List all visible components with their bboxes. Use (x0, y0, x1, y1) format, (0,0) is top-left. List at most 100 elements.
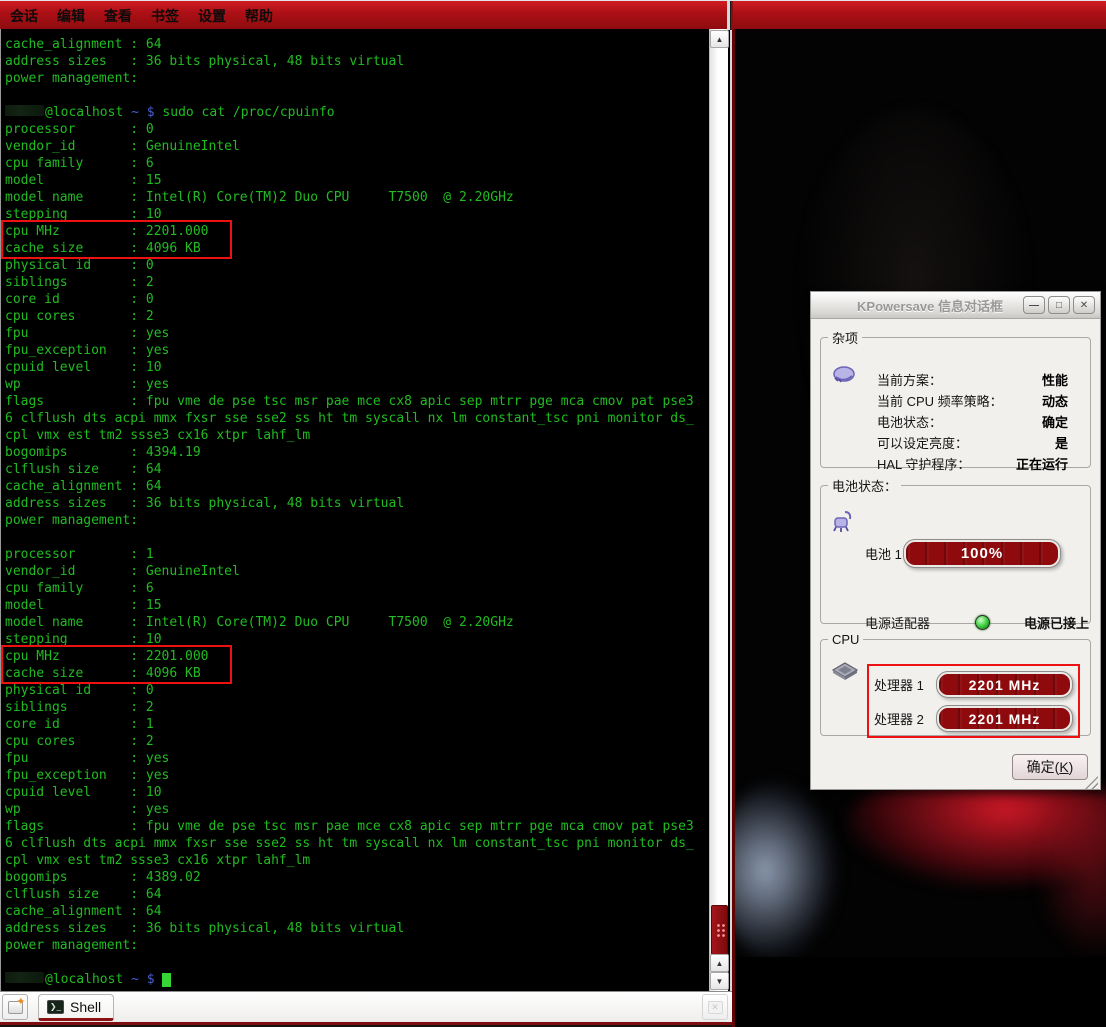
terminal-line: @localhost ~ $ sudo cat /proc/cpuinfo (5, 104, 694, 121)
battery-legend: 电池状态： (828, 476, 901, 495)
terminal-line: siblings : 2 (5, 274, 694, 291)
terminal-line: processor : 1 (5, 546, 694, 563)
info-row: 当前方案： 性能 (877, 369, 1068, 390)
row-label: 电池状态： (877, 412, 942, 431)
adapter-label: 电源适配器 (865, 613, 975, 632)
redacted-username (5, 105, 44, 116)
redacted-username (5, 972, 44, 983)
close-button[interactable]: ✕ (1073, 296, 1095, 314)
row-value: 动态 (1042, 391, 1068, 410)
dialog-titlebar[interactable]: KPowersave 信息对话框 — □ ✕ (811, 292, 1100, 319)
tab-bar: ❯_ Shell ✕ (0, 991, 732, 1021)
terminal-scrollbar[interactable]: ▲ ▲ ▼ (709, 29, 728, 991)
dialog-title: KPowersave 信息对话框 (811, 296, 1023, 315)
terminal-line: cpu MHz : 2201.000 (5, 648, 694, 665)
menu-help[interactable]: 帮助 (245, 6, 273, 26)
terminal-line: flags : fpu vme de pse tsc msr pae mce c… (5, 393, 694, 410)
terminal-line: cache_alignment : 64 (5, 36, 694, 53)
terminal-line: cache size : 4096 KB (5, 665, 694, 682)
row-label: 当前方案： (877, 370, 942, 389)
menu-items: 会话 编辑 查看 书签 设置 帮助 (10, 1, 273, 30)
cpu-row: 处理器 1 2201 MHz (874, 671, 1073, 698)
terminal-line: power management: (5, 70, 694, 87)
menu-settings[interactable]: 设置 (198, 6, 226, 26)
terminal-line: cache_alignment : 64 (5, 903, 694, 920)
new-tab-button[interactable] (2, 994, 28, 1020)
terminal-line: cpl vmx est tm2 ssse3 cx16 xtpr lahf_lm (5, 852, 694, 869)
close-tab-icon: ✕ (708, 1001, 723, 1014)
terminal-line: wp : yes (5, 801, 694, 818)
close-tab-button[interactable]: ✕ (702, 994, 728, 1020)
row-label: 处理器 2 (874, 709, 936, 728)
cpu-legend: CPU (828, 632, 863, 647)
dialog-body: 杂项 当前方案： 性能 当前 CPU 频率策略： 动态 (811, 319, 1100, 791)
terminal-line: core id : 0 (5, 291, 694, 308)
menu-edit[interactable]: 编辑 (57, 6, 85, 26)
background-photo (732, 781, 837, 961)
desktop: 会话 编辑 查看 书签 设置 帮助 cache_alignment : 64ad… (0, 0, 1106, 1027)
terminal-line: fpu : yes (5, 750, 694, 767)
ok-button[interactable]: 确定(K) (1012, 754, 1088, 780)
window-separator (727, 1, 733, 30)
terminal-line: cpu cores : 2 (5, 733, 694, 750)
terminal-line: address sizes : 36 bits physical, 48 bit… (5, 53, 694, 70)
terminal-line (5, 529, 694, 546)
terminal-line: address sizes : 36 bits physical, 48 bit… (5, 495, 694, 512)
terminal-line: vendor_id : GenuineIntel (5, 138, 694, 155)
menu-bookmarks[interactable]: 书签 (151, 6, 179, 26)
info-row: 当前 CPU 频率策略： 动态 (877, 390, 1068, 411)
terminal-line: power management: (5, 512, 694, 529)
tab-shell[interactable]: ❯_ Shell (38, 994, 114, 1021)
cpu-chip-icon (831, 661, 857, 685)
menu-view[interactable]: 查看 (104, 6, 132, 26)
new-tab-icon (8, 1001, 23, 1014)
row-label: 处理器 1 (874, 675, 936, 694)
power-plug-icon (831, 509, 857, 533)
terminal-line: flags : fpu vme de pse tsc msr pae mce c… (5, 818, 694, 835)
scroll-down-icon[interactable]: ▼ (710, 972, 729, 990)
row-label: HAL 守护程序： (877, 454, 970, 473)
terminal-line: @localhost ~ $ (5, 971, 694, 988)
terminal-line: cpuid level : 10 (5, 359, 694, 376)
misc-groupbox: 杂项 当前方案： 性能 当前 CPU 频率策略： 动态 (820, 328, 1091, 468)
terminal-menubar: 会话 编辑 查看 书签 设置 帮助 (0, 0, 1106, 29)
cpu-row: 处理器 2 2201 MHz (874, 705, 1073, 732)
row-label: 可以设定亮度： (877, 433, 968, 452)
window-bottom-border (0, 1021, 732, 1027)
maximize-button[interactable]: □ (1048, 296, 1070, 314)
scrollbar-thumb[interactable] (711, 905, 728, 955)
terminal-line: power management: (5, 937, 694, 954)
terminal-line: fpu_exception : yes (5, 767, 694, 784)
terminal-line: clflush size : 64 (5, 886, 694, 903)
terminal-line: stepping : 10 (5, 206, 694, 223)
battery-progressbar: 100% (903, 539, 1061, 568)
terminal-line: core id : 1 (5, 716, 694, 733)
terminal-line: address sizes : 36 bits physical, 48 bit… (5, 920, 694, 937)
terminal-line: bogomips : 4394.19 (5, 444, 694, 461)
menu-session[interactable]: 会话 (10, 6, 38, 26)
terminal-line: 6 clflush dts acpi mmx fxsr sse sse2 ss … (5, 410, 694, 427)
info-row: HAL 守护程序： 正在运行 (877, 453, 1068, 474)
terminal-line: stepping : 10 (5, 631, 694, 648)
scroll-up-icon[interactable]: ▲ (710, 954, 729, 972)
row-value: 正在运行 (1016, 454, 1068, 473)
terminal-line: cache_alignment : 64 (5, 478, 694, 495)
terminal-line: model name : Intel(R) Core(TM)2 Duo CPU … (5, 189, 694, 206)
minimize-button[interactable]: — (1023, 296, 1045, 314)
info-row: 电池状态： 确定 (877, 411, 1068, 432)
tab-label: Shell (70, 999, 101, 1015)
terminal-output: cache_alignment : 64address sizes : 36 b… (1, 29, 694, 988)
terminal-screen[interactable]: cache_alignment : 64address sizes : 36 b… (0, 29, 732, 991)
background-photo (735, 957, 1106, 1027)
terminal-line: cpu family : 6 (5, 580, 694, 597)
terminal-line: cpu cores : 2 (5, 308, 694, 325)
terminal-line: clflush size : 64 (5, 461, 694, 478)
scroll-up-icon[interactable]: ▲ (710, 30, 729, 48)
terminal-line (5, 87, 694, 104)
kpowersave-icon (831, 361, 857, 385)
adapter-row: 电源适配器 电源已接上 (865, 613, 1089, 632)
info-row: 可以设定亮度： 是 (877, 432, 1068, 453)
row-value: 确定 (1042, 412, 1068, 431)
cpu-frequency-bar: 2201 MHz (936, 671, 1073, 698)
terminal-line: model : 15 (5, 597, 694, 614)
